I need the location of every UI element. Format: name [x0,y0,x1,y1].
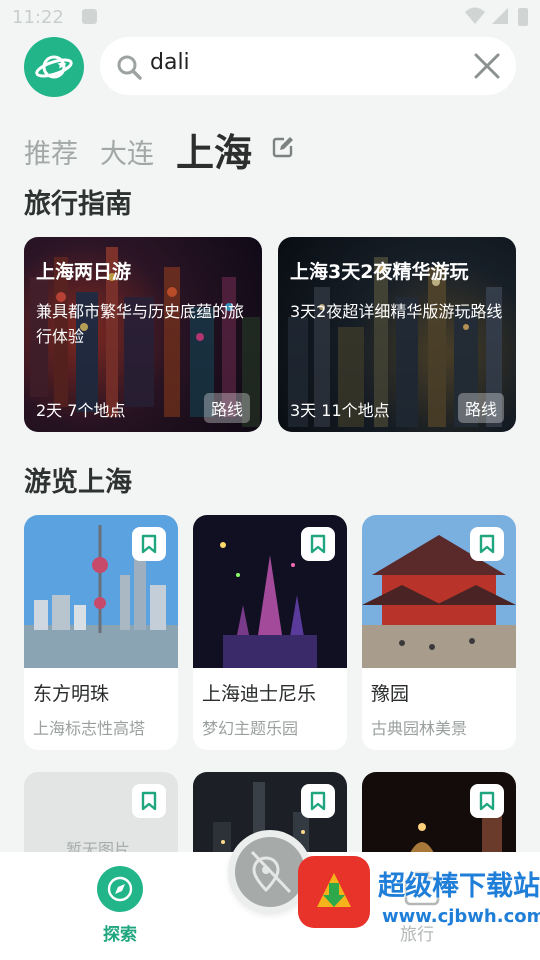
bookmark-icon [141,791,157,811]
notification-icon [82,9,97,24]
bookmark-button[interactable] [301,784,335,818]
poi-card[interactable]: 东方明珠 上海标志性高塔 [24,515,178,750]
route-badge: 路线 [203,393,250,423]
nav-explore-label: 探索 [103,925,137,945]
watermark-url: www.cjbwh.com [382,906,540,927]
guide-title: 上海两日游 [36,261,132,283]
poi-name: 上海迪士尼乐 [202,683,317,705]
poi-name: 豫园 [371,683,410,705]
watermark-text: 超级棒下载站 [378,871,540,902]
bookmark-icon [479,791,495,811]
poi-subtitle: 古典园林美景 [371,719,468,738]
guide-desc: 3天2夜超详细精华版游玩路线 [290,302,503,321]
status-bar: 11:22 [0,0,540,34]
nav-explore[interactable]: 探索 [97,866,145,946]
signal-icon [492,8,508,24]
bookmark-button[interactable] [470,784,504,818]
edit-icon[interactable] [272,136,294,158]
map-pin-icon [250,850,292,894]
search-bar[interactable]: dali [100,37,516,95]
planet-logo-icon[interactable] [24,37,84,97]
watermark-logo-icon [298,856,370,928]
route-badge: 路线 [457,393,504,423]
bookmark-button[interactable] [470,527,504,561]
poi-card[interactable]: 上海迪士尼乐 梦幻主题乐园 [193,515,347,750]
search-icon [117,55,142,80]
poi-name: 东方明珠 [33,683,110,705]
guide-title: 上海3天2夜精华游玩 [290,261,469,283]
poi-subtitle: 梦幻主题乐园 [202,719,299,738]
bookmark-icon [310,791,326,811]
bookmark-button[interactable] [132,527,166,561]
guide-desc: 兼具都市繁华与历史底蕴的旅行体验 [36,302,245,346]
guide-card[interactable]: 上海两日游 兼具都市繁华与历史底蕴的旅行体验 2天 7个地点 路线 [24,237,262,432]
bookmark-icon [479,534,495,554]
tab-dalian[interactable]: 大连 [100,132,154,172]
tab-shanghai[interactable]: 上海 [176,122,252,175]
tab-recommend[interactable]: 推荐 [24,132,78,172]
battery-icon [518,8,528,26]
poi-subtitle: 上海标志性高塔 [33,719,146,738]
guide-card[interactable]: 上海3天2夜精华游玩 3天2夜超详细精华版游玩路线 3天 11个地点 路线 [278,237,516,432]
search-input[interactable]: dali [150,50,190,75]
bookmark-button[interactable] [301,527,335,561]
section-title-tour: 游览上海 [24,467,132,498]
guide-meta: 2天 7个地点 [36,401,126,420]
bookmark-icon [141,534,157,554]
bookmark-icon [310,534,326,554]
bookmark-button[interactable] [132,784,166,818]
watermark: 超级棒下载站 www.cjbwh.com [296,854,540,960]
wifi-icon [465,7,485,24]
status-time: 11:22 [12,7,64,28]
compass-icon [97,866,143,912]
guide-meta: 3天 11个地点 [290,401,390,420]
poi-card[interactable]: 豫园 古典园林美景 [362,515,516,750]
clear-icon[interactable] [474,53,500,79]
section-title-guide: 旅行指南 [24,189,132,220]
